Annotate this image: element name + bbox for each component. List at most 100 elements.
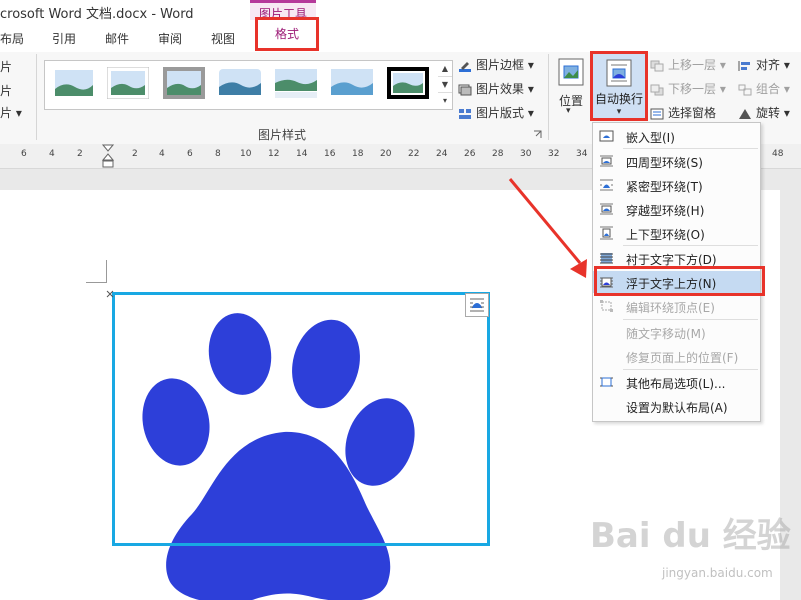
position-icon: [558, 58, 584, 86]
tab-references[interactable]: 引用: [52, 30, 76, 47]
menu-item-more-layout-options[interactable]: 其他布局选项(L)...: [593, 371, 760, 393]
position-button[interactable]: 位置: [559, 92, 583, 109]
indent-marker-icon[interactable]: [102, 144, 114, 168]
tab-review[interactable]: 审阅: [158, 30, 182, 47]
ruler-tick: 24: [436, 149, 448, 159]
picture-style-thumb-6[interactable]: [331, 67, 373, 99]
through-wrap-icon: [600, 203, 613, 215]
menu-item-move-with-text[interactable]: 随文字移动(M): [593, 321, 760, 343]
align-button[interactable]: 对齐 ▾: [738, 56, 790, 73]
resize-handle-icon[interactable]: [106, 290, 114, 298]
ruler-tick: 18: [352, 149, 364, 159]
selected-image-frame[interactable]: [112, 292, 490, 546]
selection-pane-icon: [650, 108, 664, 119]
wrap-text-icon: [606, 59, 632, 87]
menu-item-fix-position[interactable]: 修复页面上的位置(F): [593, 345, 760, 367]
dialog-launcher-icon[interactable]: [533, 130, 542, 139]
menu-item-tight[interactable]: 紧密型环绕(T): [593, 174, 760, 196]
ruler-tick: 34: [576, 149, 588, 159]
layout-options-button[interactable]: [465, 293, 489, 317]
ruler-tick: 12: [268, 149, 280, 159]
red-arrow-annotation: [508, 178, 587, 278]
ruler-tick: 2: [77, 149, 83, 159]
menu-item-set-default-layout[interactable]: 设置为默认布局(A): [593, 395, 760, 417]
gallery-down-icon[interactable]: ▼: [438, 77, 452, 93]
ruler-tick: 4: [49, 149, 55, 159]
wrap-text-dropdown-icon: ▾: [616, 107, 622, 117]
picture-layout-button[interactable]: 图片版式 ▾: [458, 104, 534, 121]
ruler-tick: 4: [159, 149, 165, 159]
picture-style-thumb-1[interactable]: [53, 67, 95, 99]
ruler-tick: 8: [215, 149, 221, 159]
ruler-tick: 2: [132, 149, 138, 159]
picture-style-thumb-4[interactable]: [219, 67, 261, 99]
ruler-tick: 6: [187, 149, 193, 159]
cut-item-1[interactable]: 片: [0, 58, 12, 75]
ruler-tick: 14: [296, 149, 308, 159]
menu-highlight-annotation: [594, 266, 765, 296]
picture-layout-label: 图片版式 ▾: [476, 106, 534, 120]
ribbon-tabs: 布局 引用 邮件 审阅 视图: [0, 22, 801, 52]
cut-item-3[interactable]: 片 ▾: [0, 104, 22, 121]
inline-icon: [599, 130, 614, 142]
layout-options-icon: [600, 377, 613, 387]
cut-item-2[interactable]: 片: [0, 82, 12, 99]
menu-item-square[interactable]: 四周型环绕(S): [593, 150, 760, 172]
layout-options-icon: [470, 298, 484, 312]
effects-icon: [458, 84, 472, 95]
ruler-tick: 20: [380, 149, 392, 159]
picture-border-button[interactable]: 图片边框 ▾: [458, 56, 534, 73]
rotate-button[interactable]: 旋转 ▾: [738, 104, 790, 121]
send-backward-icon: [650, 84, 664, 95]
ruler-tick: 26: [464, 149, 476, 159]
menu-item-through[interactable]: 穿越型环绕(H): [593, 198, 760, 220]
title-bar: crosoft Word 文档.docx - Word: [0, 0, 801, 24]
bring-forward-button[interactable]: 上移一层 ▾: [650, 56, 726, 73]
ruler-tick: 22: [408, 149, 420, 159]
send-backward-label: 下移一层 ▾: [668, 82, 726, 96]
bring-forward-icon: [650, 60, 664, 71]
baidu-watermark: Bai du 经验: [590, 516, 791, 556]
selection-pane-label: 选择窗格: [668, 106, 717, 120]
layout-icon: [459, 108, 471, 119]
position-dropdown-icon[interactable]: ▾: [566, 106, 571, 116]
ruler-tick: 28: [492, 149, 504, 159]
tab-layout[interactable]: 布局: [0, 30, 24, 47]
gallery-up-icon[interactable]: ▲: [438, 61, 452, 77]
wrap-text-button[interactable]: 自动换行 ▾: [590, 51, 648, 121]
picture-style-thumb-5[interactable]: [275, 67, 317, 99]
menu-item-edit-wrap-points[interactable]: 编辑环绕顶点(E): [593, 295, 760, 317]
square-wrap-icon: [600, 155, 613, 167]
gallery-scroll[interactable]: ▲ ▼ ▾: [438, 60, 453, 110]
tab-format[interactable]: 格式: [255, 17, 319, 51]
picture-styles-gallery: [44, 60, 440, 110]
send-backward-button[interactable]: 下移一层 ▾: [650, 80, 726, 97]
ruler-tick: 10: [240, 149, 252, 159]
picture-styles-group-label: 图片样式: [258, 128, 307, 142]
picture-style-thumb-7[interactable]: [387, 67, 429, 99]
tab-mailings[interactable]: 邮件: [105, 30, 129, 47]
align-label: 对齐 ▾: [756, 58, 790, 72]
tab-view[interactable]: 视图: [211, 30, 235, 47]
bring-forward-label: 上移一层 ▾: [668, 58, 726, 72]
group-button[interactable]: 组合 ▾: [738, 80, 790, 97]
picture-style-thumb-3[interactable]: [163, 67, 205, 99]
group-icon: [738, 84, 752, 95]
picture-border-label: 图片边框 ▾: [476, 58, 534, 72]
watermark-url: jingyan.baidu.com: [662, 566, 773, 580]
align-icon: [738, 60, 750, 71]
picture-effects-label: 图片效果 ▾: [476, 82, 534, 96]
menu-item-top-bottom[interactable]: 上下型环绕(O): [593, 222, 760, 244]
group-label: 组合 ▾: [756, 82, 790, 96]
selection-pane-button[interactable]: 选择窗格: [650, 104, 716, 121]
window-title: crosoft Word 文档.docx - Word: [0, 7, 194, 22]
top-bottom-wrap-icon: [600, 226, 613, 240]
menu-item-inline[interactable]: 嵌入型(I): [593, 125, 760, 147]
picture-effects-button[interactable]: 图片效果 ▾: [458, 80, 534, 97]
picture-style-thumb-2[interactable]: [107, 67, 149, 99]
ruler-tick: 6: [21, 149, 27, 159]
rotate-label: 旋转 ▾: [756, 106, 790, 120]
edit-points-icon: [600, 300, 613, 312]
gallery-more-icon[interactable]: ▾: [438, 93, 452, 108]
behind-text-icon: [600, 253, 613, 264]
